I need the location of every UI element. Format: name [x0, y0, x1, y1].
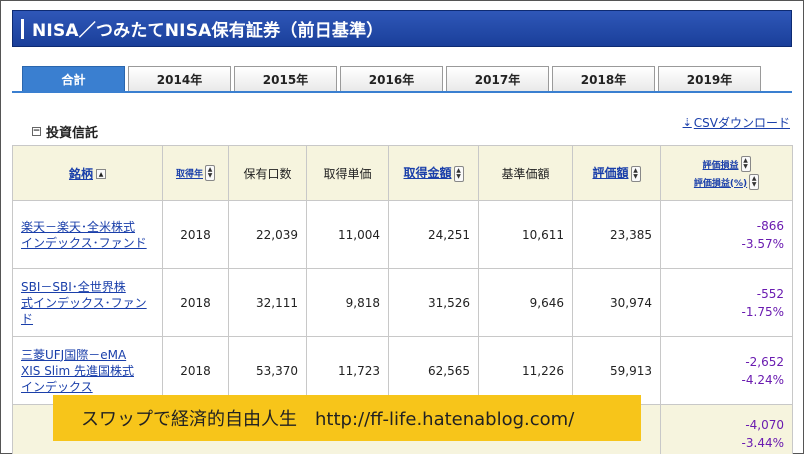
year-tabs: 合計 2014年 2015年 2016年 2017年 2018年 2019年 — [22, 66, 764, 92]
fund-name-link[interactable]: 楽天－楽天･全米株式 インデックス･ファンド — [21, 219, 154, 251]
section-heading: − 投資信託 — [32, 122, 98, 141]
unit-price-cell: 9,818 — [306, 268, 389, 337]
total-pl-cell: -4,070 -3.44% — [660, 404, 793, 454]
tab-underline — [12, 91, 792, 93]
table-row: 楽天－楽天･全米株式 インデックス･ファンド 2018 22,039 11,004… — [12, 200, 793, 269]
csv-download-label: CSVダウンロード — [693, 116, 790, 130]
col-pl-header: 評価損益 ▲ ▼ 評価損益(%) ▲ ▼ — [660, 145, 793, 201]
page-header: NISA／つみたてNISA保有証券（前日基準） — [12, 10, 792, 47]
value-cell: 23,385 — [572, 200, 661, 269]
header-accent-bar — [21, 18, 24, 39]
col-value-header: 評価額 ▲ ▼ — [572, 145, 661, 201]
sort-asc-icon[interactable]: ▲ — [96, 169, 106, 179]
collapse-icon[interactable]: − — [32, 127, 41, 136]
table-row: SBI－SBI･全世界株 式インデックス･ファンド 2018 32,111 9,8… — [12, 268, 793, 337]
units-cell: 32,111 — [228, 268, 307, 337]
tab-2017[interactable]: 2017年 — [446, 66, 549, 92]
blog-watermark-banner: スワップで経済的自由人生 http://ff-life.hatenablog.c… — [53, 395, 641, 441]
tab-2015[interactable]: 2015年 — [234, 66, 337, 92]
year-cell: 2018 — [162, 268, 229, 337]
tab-2019[interactable]: 2019年 — [658, 66, 761, 92]
sort-by-name-link[interactable]: 銘柄 — [69, 167, 93, 181]
page-title: NISA／つみたてNISA保有証券（前日基準） — [32, 21, 384, 41]
unit-price-cell: 11,004 — [306, 200, 389, 269]
tab-total[interactable]: 合計 — [22, 66, 125, 92]
tab-2018[interactable]: 2018年 — [552, 66, 655, 92]
sort-toggle-icon[interactable]: ▲ ▼ — [740, 156, 751, 172]
fund-name-cell: 楽天－楽天･全米株式 インデックス･ファンド — [12, 200, 163, 269]
sort-by-value-link[interactable]: 評価額 — [592, 166, 628, 180]
cost-cell: 24,251 — [388, 200, 479, 269]
col-cost-header: 取得金額 ▲ ▼ — [388, 145, 479, 201]
csv-download-link[interactable]: ⇣ CSVダウンロード — [683, 114, 790, 131]
sort-toggle-icon[interactable]: ▲ ▼ — [749, 174, 760, 190]
table-header-row: 銘柄 ▲ 取得年 ▲ ▼ 保有口数 取得単価 取得金額 ▲ ▼ 基準価額 評価額 ▲ ▼ 評価… — [12, 145, 793, 201]
sort-by-pl-pct-link[interactable]: 評価損益(%) — [694, 176, 747, 189]
sort-toggle-icon[interactable]: ▲ ▼ — [453, 165, 464, 182]
tab-2014[interactable]: 2014年 — [128, 66, 231, 92]
sort-by-year-link[interactable]: 取得年 — [176, 170, 203, 180]
section-title-text: 投資信託 — [46, 126, 99, 141]
value-cell: 30,974 — [572, 268, 661, 337]
col-year-header: 取得年 ▲ ▼ — [162, 145, 229, 201]
nav-cell: 9,646 — [478, 268, 573, 337]
sort-by-pl-link[interactable]: 評価損益 — [702, 158, 738, 171]
col-unit-price-header: 取得単価 — [306, 145, 389, 201]
sort-by-cost-link[interactable]: 取得金額 — [403, 166, 451, 180]
col-nav-header: 基準価額 — [478, 145, 573, 201]
fund-name-link[interactable]: SBI－SBI･全世界株 式インデックス･ファンド — [21, 279, 154, 327]
tab-2016[interactable]: 2016年 — [340, 66, 443, 92]
pl-cell: -2,652 -4.24% — [660, 336, 793, 405]
nav-cell: 10,611 — [478, 200, 573, 269]
col-name-header: 銘柄 ▲ — [12, 145, 163, 201]
year-cell: 2018 — [162, 200, 229, 269]
sort-toggle-icon[interactable]: ▲ ▼ — [630, 165, 641, 182]
fund-name-link[interactable]: 三菱UFJ国際－eMA XIS Slim 先進国株式 インデックス — [21, 347, 154, 395]
fund-name-cell: SBI－SBI･全世界株 式インデックス･ファンド — [12, 268, 163, 337]
col-units-header: 保有口数 — [228, 145, 307, 201]
pl-cell: -866 -3.57% — [660, 200, 793, 269]
cost-cell: 31,526 — [388, 268, 479, 337]
sort-toggle-icon[interactable]: ▲ ▼ — [205, 165, 215, 181]
pl-cell: -552 -1.75% — [660, 268, 793, 337]
units-cell: 22,039 — [228, 200, 307, 269]
download-arrow-icon: ⇣ — [682, 116, 692, 129]
